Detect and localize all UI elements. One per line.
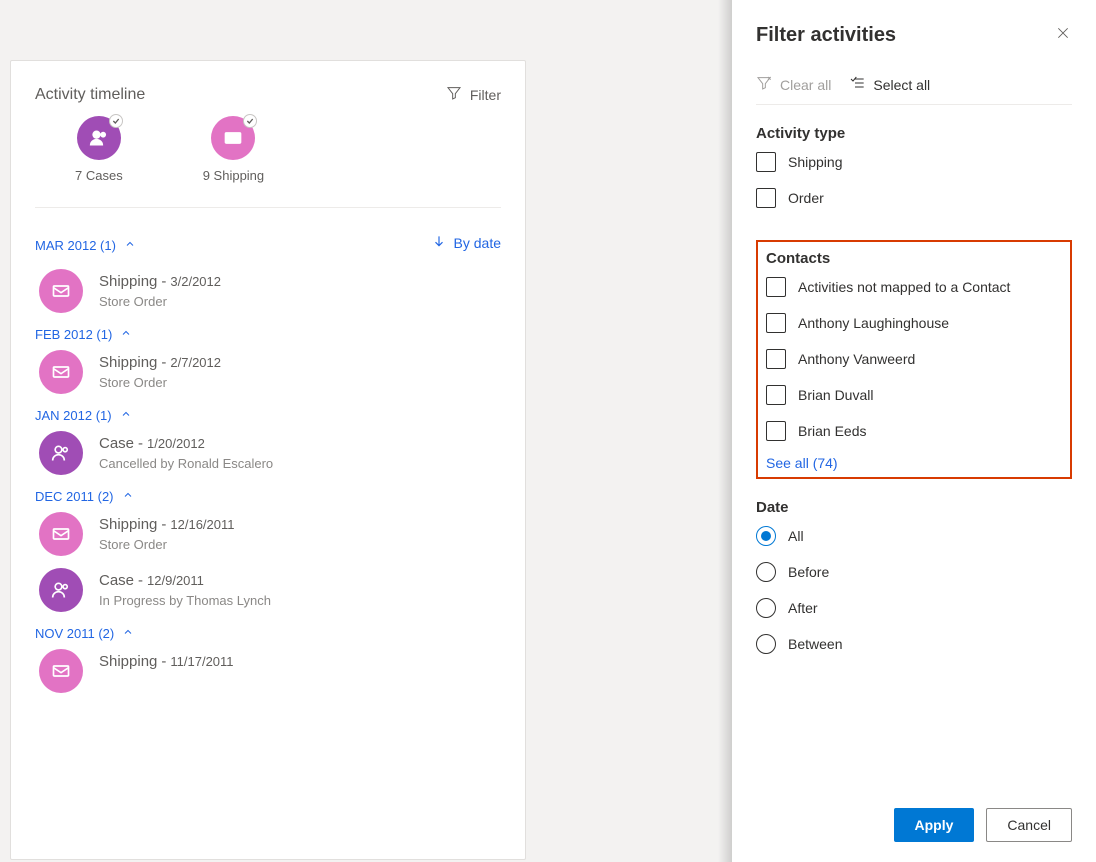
month-header[interactable]: FEB 2012 (1) <box>35 327 501 342</box>
mail-icon <box>39 269 83 313</box>
timeline-item[interactable]: Case-12/9/2011 In Progress by Thomas Lyn… <box>39 568 501 612</box>
section-title: Date <box>756 499 1072 516</box>
activity-timeline-card: Activity timeline Filter 7 Cases 9 Shipp… <box>10 60 526 860</box>
divider <box>35 207 501 208</box>
timeline-item[interactable]: Case-1/20/2012 Cancelled by Ronald Escal… <box>39 431 501 475</box>
timeline-item[interactable]: Shipping-11/17/2011 <box>39 649 501 693</box>
timeline-item[interactable]: Shipping-3/2/2012 Store Order <box>39 269 501 313</box>
checkbox-icon <box>756 152 776 172</box>
checkbox-shipping[interactable]: Shipping <box>756 152 1072 172</box>
close-icon <box>1056 27 1070 43</box>
person-icon <box>77 116 121 160</box>
checkbox-icon <box>756 188 776 208</box>
radio-icon <box>756 562 776 582</box>
checkbox-contact[interactable]: Brian Duvall <box>766 385 1062 405</box>
month-header[interactable]: DEC 2011 (2) <box>35 489 501 504</box>
timeline-item[interactable]: Shipping-12/16/2011 Store Order <box>39 512 501 556</box>
timeline-item[interactable]: Shipping-2/7/2012 Store Order <box>39 350 501 394</box>
section-title: Activity type <box>756 125 1072 142</box>
cancel-button[interactable]: Cancel <box>986 808 1072 842</box>
filter-label: Filter <box>470 87 501 103</box>
radio-icon <box>756 526 776 546</box>
radio-icon <box>756 634 776 654</box>
apply-button[interactable]: Apply <box>894 808 975 842</box>
radio-after[interactable]: After <box>756 598 1072 618</box>
clear-filter-icon <box>756 75 772 94</box>
mail-icon <box>211 116 255 160</box>
radio-between[interactable]: Between <box>756 634 1072 654</box>
close-button[interactable] <box>1054 24 1072 45</box>
radio-before[interactable]: Before <box>756 562 1072 582</box>
radio-all[interactable]: All <box>756 526 1072 546</box>
contacts-highlight-box: Contacts Activities not mapped to a Cont… <box>756 240 1072 479</box>
checkbox-icon <box>766 349 786 369</box>
activity-type-section: Activity type Shipping Order <box>756 125 1072 224</box>
checkbox-icon <box>766 421 786 441</box>
check-badge-icon <box>109 114 123 128</box>
mail-icon <box>39 350 83 394</box>
summary-row: 7 Cases 9 Shipping <box>75 116 501 183</box>
summary-shipping-label: 9 Shipping <box>203 168 264 183</box>
card-title: Activity timeline <box>35 86 145 104</box>
section-title: Contacts <box>766 250 1062 267</box>
chevron-up-icon <box>122 626 134 641</box>
filter-button[interactable]: Filter <box>446 85 501 104</box>
chevron-up-icon <box>120 327 132 342</box>
panel-title: Filter activities <box>756 24 896 47</box>
checkbox-contact[interactable]: Anthony Laughinghouse <box>766 313 1062 333</box>
chevron-up-icon <box>122 489 134 504</box>
checkbox-unmapped[interactable]: Activities not mapped to a Contact <box>766 277 1062 297</box>
checkbox-icon <box>766 277 786 297</box>
checkbox-contact[interactable]: Anthony Vanweerd <box>766 349 1062 369</box>
check-badge-icon <box>243 114 257 128</box>
select-all-icon <box>849 75 865 94</box>
panel-footer: Apply Cancel <box>756 792 1072 862</box>
select-all-button[interactable]: Select all <box>849 75 930 94</box>
mail-icon <box>39 649 83 693</box>
chevron-up-icon <box>124 238 136 253</box>
chevron-up-icon <box>120 408 132 423</box>
radio-icon <box>756 598 776 618</box>
filter-panel: Filter activities Clear all Select all A… <box>732 0 1096 862</box>
summary-cases-label: 7 Cases <box>75 168 123 183</box>
arrow-down-icon <box>432 234 446 251</box>
clear-all-button[interactable]: Clear all <box>756 75 831 94</box>
summary-cases[interactable]: 7 Cases <box>75 116 123 183</box>
date-section: Date All Before After Between <box>756 499 1072 670</box>
month-header[interactable]: MAR 2012 (1) <box>35 238 136 253</box>
see-all-link[interactable]: See all (74) <box>766 455 1062 471</box>
checkbox-contact[interactable]: Brian Eeds <box>766 421 1062 441</box>
month-header[interactable]: JAN 2012 (1) <box>35 408 501 423</box>
summary-shipping[interactable]: 9 Shipping <box>203 116 264 183</box>
person-icon <box>39 568 83 612</box>
checkbox-icon <box>766 385 786 405</box>
filter-icon <box>446 85 462 104</box>
sort-by-date[interactable]: By date <box>432 234 501 251</box>
person-icon <box>39 431 83 475</box>
checkbox-icon <box>766 313 786 333</box>
mail-icon <box>39 512 83 556</box>
checkbox-order[interactable]: Order <box>756 188 1072 208</box>
month-header[interactable]: NOV 2011 (2) <box>35 626 501 641</box>
panel-shadow <box>718 0 732 862</box>
